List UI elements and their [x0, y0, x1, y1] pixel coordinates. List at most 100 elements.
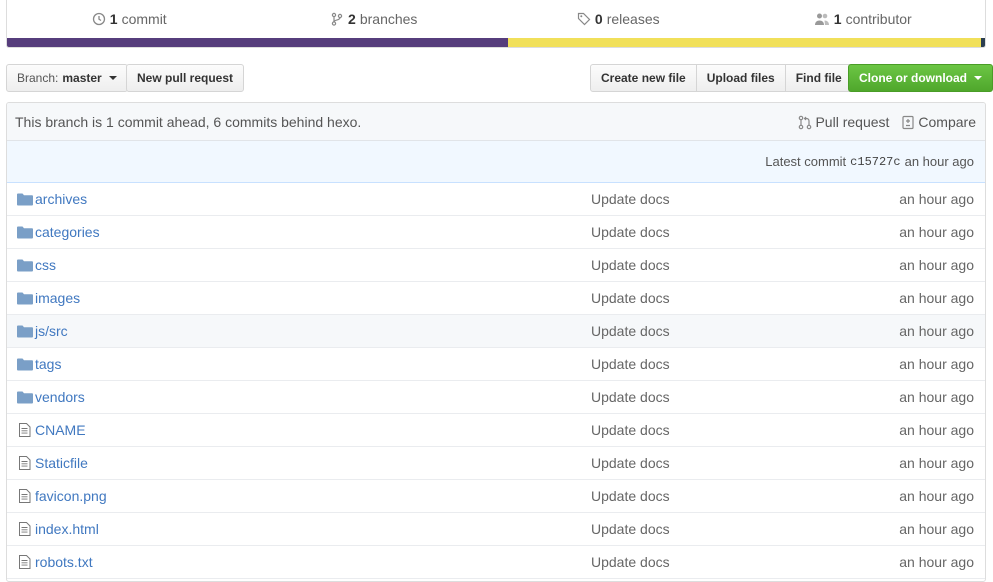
commit-age: an hour ago: [899, 521, 974, 537]
commit-message-link[interactable]: Update docs: [591, 191, 670, 207]
commit-message-link[interactable]: Update docs: [591, 554, 670, 570]
latest-commit-bar: Latest commit c15727c an hour ago: [7, 141, 985, 183]
file-row[interactable]: index.html Update docs an hour ago: [7, 513, 985, 546]
file-name-link[interactable]: vendors: [35, 389, 85, 405]
commit-message-link[interactable]: Update docs: [591, 257, 670, 273]
clone-or-download-button[interactable]: Clone or download: [848, 64, 993, 92]
file-name-link[interactable]: categories: [35, 224, 100, 240]
commit-message-link[interactable]: Update docs: [591, 488, 670, 504]
file-name-link[interactable]: favicon.png: [35, 488, 107, 504]
contributors-label: contributor: [845, 11, 912, 27]
find-file-button[interactable]: Find file: [784, 64, 853, 92]
folder-icon: [17, 291, 33, 305]
commit-age: an hour ago: [899, 290, 974, 306]
dropdown-caret-icon: [108, 76, 117, 80]
branch-name: master: [62, 71, 102, 85]
file-text-icon: [17, 522, 33, 536]
dropdown-caret-icon: [974, 76, 982, 80]
language-bar[interactable]: [7, 38, 985, 47]
file-name-link[interactable]: css: [35, 257, 56, 273]
file-row[interactable]: robots.txt Update docs an hour ago: [7, 546, 985, 579]
pull-request-link[interactable]: Pull request: [798, 114, 889, 130]
language-bar-segment[interactable]: [7, 38, 508, 47]
file-text-icon: [17, 489, 33, 503]
branch-prefix: Branch:: [17, 71, 59, 85]
contributors-count-link[interactable]: 1 contributor: [741, 11, 986, 27]
file-name-link[interactable]: images: [35, 290, 80, 306]
file-text-icon: [17, 456, 33, 470]
pull-request-icon: [799, 115, 812, 129]
commit-age: an hour ago: [899, 224, 974, 240]
commits-count-link[interactable]: 1 commit: [7, 11, 252, 27]
commit-message-link[interactable]: Update docs: [591, 290, 670, 306]
new-pull-request-button[interactable]: New pull request: [126, 64, 245, 92]
branch-select-button[interactable]: Branch: master: [6, 64, 128, 92]
branches-count-link[interactable]: 2 branches: [252, 11, 497, 27]
repo-summary: 1 commit 2 branches 0 releases 1 contrib…: [6, 0, 986, 48]
file-row[interactable]: CNAME Update docs an hour ago: [7, 414, 985, 447]
branch-status-bar: This branch is 1 commit ahead, 6 commits…: [7, 103, 985, 141]
clone-or-download-label: Clone or download: [859, 71, 967, 85]
file-row[interactable]: images Update docs an hour ago: [7, 282, 985, 315]
contributors-count: 1: [833, 11, 842, 27]
commit-message-link[interactable]: Update docs: [591, 422, 670, 438]
folder-icon: [17, 225, 33, 239]
file-name-link[interactable]: Staticfile: [35, 455, 88, 471]
compare-link[interactable]: Compare: [901, 114, 976, 130]
file-row[interactable]: favicon.png Update docs an hour ago: [7, 480, 985, 513]
file-text-icon: [17, 423, 33, 437]
file-text-icon: [17, 555, 33, 569]
folder-icon: [17, 258, 33, 272]
commit-age: an hour ago: [899, 191, 974, 207]
commit-message-link[interactable]: Update docs: [591, 455, 670, 471]
commit-age: an hour ago: [899, 422, 974, 438]
commit-age: an hour ago: [899, 356, 974, 372]
branch-icon: [331, 12, 343, 26]
compare-label: Compare: [918, 114, 976, 130]
folder-icon: [17, 390, 33, 404]
commit-message-link[interactable]: Update docs: [591, 356, 670, 372]
commit-age: an hour ago: [899, 257, 974, 273]
file-name-link[interactable]: js/src: [35, 323, 68, 339]
language-bar-segment[interactable]: [981, 38, 985, 47]
folder-icon: [17, 324, 33, 338]
commit-message-link[interactable]: Update docs: [591, 224, 670, 240]
file-row[interactable]: css Update docs an hour ago: [7, 249, 985, 282]
commit-age: an hour ago: [899, 554, 974, 570]
file-row[interactable]: Staticfile Update docs an hour ago: [7, 447, 985, 480]
tag-icon: [577, 12, 591, 26]
upload-files-button[interactable]: Upload files: [695, 64, 786, 92]
people-icon: [814, 13, 829, 25]
file-row[interactable]: tags Update docs an hour ago: [7, 348, 985, 381]
file-name-link[interactable]: archives: [35, 191, 87, 207]
branch-status-message: This branch is 1 commit ahead, 6 commits…: [15, 113, 362, 130]
file-row[interactable]: archives Update docs an hour ago: [7, 183, 985, 216]
folder-icon: [17, 357, 33, 371]
compare-icon: [902, 115, 915, 129]
file-name-link[interactable]: tags: [35, 356, 61, 372]
releases-count: 0: [594, 11, 603, 27]
commit-message-link[interactable]: Update docs: [591, 521, 670, 537]
file-row[interactable]: categories Update docs an hour ago: [7, 216, 985, 249]
file-actions-group: Create new file Upload files Find file: [590, 64, 853, 92]
latest-commit-sha[interactable]: c15727c: [850, 155, 900, 169]
file-row[interactable]: js/src Update docs an hour ago: [7, 315, 985, 348]
commit-age: an hour ago: [899, 488, 974, 504]
file-name-link[interactable]: robots.txt: [35, 554, 93, 570]
file-name-link[interactable]: index.html: [35, 521, 99, 537]
history-icon: [92, 12, 105, 26]
commit-age: an hour ago: [899, 389, 974, 405]
folder-icon: [17, 192, 33, 206]
file-list-box: This branch is 1 commit ahead, 6 commits…: [6, 102, 986, 582]
releases-count-link[interactable]: 0 releases: [496, 11, 741, 27]
file-name-link[interactable]: CNAME: [35, 422, 86, 438]
commits-label: commit: [121, 11, 167, 27]
file-row[interactable]: vendors Update docs an hour ago: [7, 381, 985, 414]
create-new-file-button[interactable]: Create new file: [590, 64, 697, 92]
language-bar-segment[interactable]: [507, 38, 982, 47]
commit-age: an hour ago: [899, 323, 974, 339]
file-navigation: Branch: master New pull request Create n…: [6, 64, 993, 92]
commit-message-link[interactable]: Update docs: [591, 323, 670, 339]
latest-commit-age: an hour ago: [904, 154, 974, 169]
commit-message-link[interactable]: Update docs: [591, 389, 670, 405]
